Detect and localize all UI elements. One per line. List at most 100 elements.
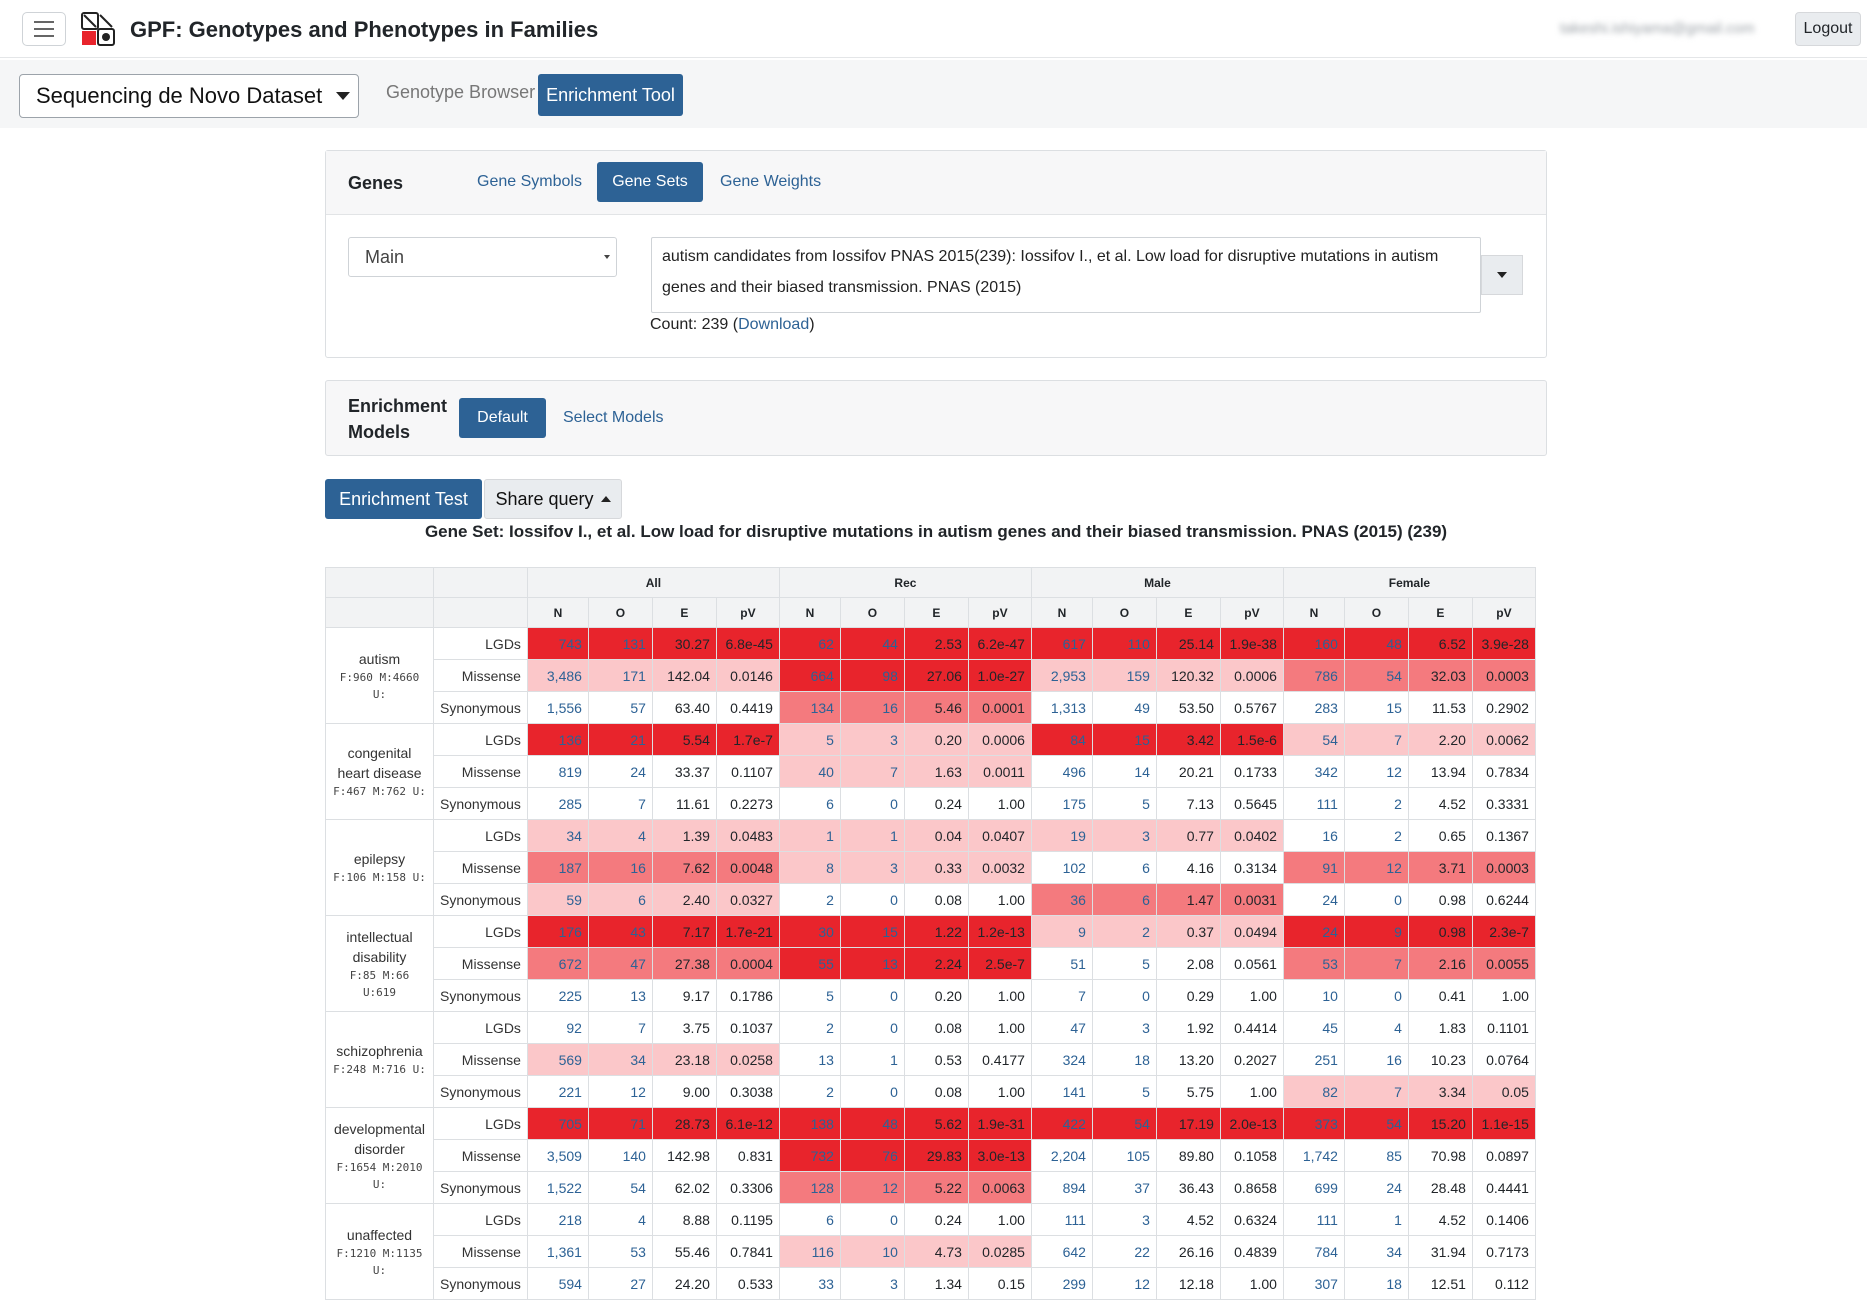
count-n-cell[interactable]: 138 [778, 1107, 841, 1140]
observed-cell[interactable]: 7 [1343, 1075, 1409, 1108]
observed-cell[interactable]: 110 [1091, 627, 1157, 660]
count-n-cell[interactable]: 285 [526, 787, 589, 820]
count-n-cell[interactable]: 24 [1282, 883, 1345, 916]
observed-cell[interactable]: 5 [1091, 947, 1157, 980]
count-n-cell[interactable]: 307 [1282, 1267, 1345, 1300]
gene-set-collection-select[interactable]: Main [348, 237, 617, 277]
count-n-cell[interactable]: 54 [1282, 723, 1345, 756]
count-n-cell[interactable]: 672 [526, 947, 589, 980]
count-n-cell[interactable]: 91 [1282, 851, 1345, 884]
count-n-cell[interactable]: 784 [1282, 1235, 1345, 1268]
count-n-cell[interactable]: 2,204 [1030, 1139, 1093, 1172]
default-models-button[interactable]: Default [459, 398, 546, 438]
count-n-cell[interactable]: 111 [1282, 787, 1345, 820]
count-n-cell[interactable]: 373 [1282, 1107, 1345, 1140]
count-n-cell[interactable]: 732 [778, 1139, 841, 1172]
count-n-cell[interactable]: 10 [1282, 979, 1345, 1012]
count-n-cell[interactable]: 422 [1030, 1107, 1093, 1140]
logout-button[interactable]: Logout [1795, 12, 1861, 46]
observed-cell[interactable]: 24 [587, 755, 653, 788]
observed-cell[interactable]: 5 [1091, 1075, 1157, 1108]
observed-cell[interactable]: 0 [839, 979, 905, 1012]
observed-cell[interactable]: 3 [1091, 819, 1157, 852]
count-n-cell[interactable]: 642 [1030, 1235, 1093, 1268]
observed-cell[interactable]: 15 [1091, 723, 1157, 756]
observed-cell[interactable]: 9 [1343, 915, 1409, 948]
observed-cell[interactable]: 4 [587, 819, 653, 852]
observed-cell[interactable]: 16 [1343, 1043, 1409, 1076]
observed-cell[interactable]: 7 [587, 1011, 653, 1044]
count-n-cell[interactable]: 7 [1030, 979, 1093, 1012]
observed-cell[interactable]: 57 [587, 691, 653, 724]
observed-cell[interactable]: 12 [1343, 851, 1409, 884]
count-n-cell[interactable]: 176 [526, 915, 589, 948]
observed-cell[interactable]: 37 [1091, 1171, 1157, 1204]
observed-cell[interactable]: 0 [1091, 979, 1157, 1012]
observed-cell[interactable]: 5 [1091, 787, 1157, 820]
download-link[interactable]: Download [738, 316, 809, 333]
count-n-cell[interactable]: 141 [1030, 1075, 1093, 1108]
count-n-cell[interactable]: 1,522 [526, 1171, 589, 1204]
observed-cell[interactable]: 16 [587, 851, 653, 884]
observed-cell[interactable]: 1 [839, 1043, 905, 1076]
observed-cell[interactable]: 47 [587, 947, 653, 980]
count-n-cell[interactable]: 819 [526, 755, 589, 788]
count-n-cell[interactable]: 2 [778, 1011, 841, 1044]
count-n-cell[interactable]: 664 [778, 659, 841, 692]
observed-cell[interactable]: 13 [839, 947, 905, 980]
tab-gene-sets[interactable]: Gene Sets [597, 162, 703, 202]
count-n-cell[interactable]: 30 [778, 915, 841, 948]
count-n-cell[interactable]: 62 [778, 627, 841, 660]
count-n-cell[interactable]: 299 [1030, 1267, 1093, 1300]
count-n-cell[interactable]: 2 [778, 1075, 841, 1108]
observed-cell[interactable]: 43 [587, 915, 653, 948]
observed-cell[interactable]: 1 [1343, 1203, 1409, 1236]
observed-cell[interactable]: 0 [839, 1075, 905, 1108]
count-n-cell[interactable]: 55 [778, 947, 841, 980]
observed-cell[interactable]: 7 [839, 755, 905, 788]
share-query-button[interactable]: Share query [484, 479, 622, 519]
observed-cell[interactable]: 12 [839, 1171, 905, 1204]
observed-cell[interactable]: 53 [587, 1235, 653, 1268]
observed-cell[interactable]: 54 [1343, 1107, 1409, 1140]
count-n-cell[interactable]: 13 [778, 1043, 841, 1076]
observed-cell[interactable]: 105 [1091, 1139, 1157, 1172]
observed-cell[interactable]: 12 [1091, 1267, 1157, 1300]
count-n-cell[interactable]: 1,313 [1030, 691, 1093, 724]
count-n-cell[interactable]: 82 [1282, 1075, 1345, 1108]
count-n-cell[interactable]: 3,486 [526, 659, 589, 692]
observed-cell[interactable]: 140 [587, 1139, 653, 1172]
count-n-cell[interactable]: 51 [1030, 947, 1093, 980]
observed-cell[interactable]: 15 [839, 915, 905, 948]
observed-cell[interactable]: 0 [839, 787, 905, 820]
observed-cell[interactable]: 34 [1343, 1235, 1409, 1268]
observed-cell[interactable]: 7 [587, 787, 653, 820]
count-n-cell[interactable]: 116 [778, 1235, 841, 1268]
count-n-cell[interactable]: 283 [1282, 691, 1345, 724]
observed-cell[interactable]: 76 [839, 1139, 905, 1172]
observed-cell[interactable]: 7 [1343, 947, 1409, 980]
count-n-cell[interactable]: 19 [1030, 819, 1093, 852]
observed-cell[interactable]: 0 [839, 1011, 905, 1044]
observed-cell[interactable]: 98 [839, 659, 905, 692]
menu-toggle-button[interactable] [22, 12, 66, 46]
observed-cell[interactable]: 2 [1091, 915, 1157, 948]
observed-cell[interactable]: 0 [839, 883, 905, 916]
observed-cell[interactable]: 7 [1343, 723, 1409, 756]
count-n-cell[interactable]: 33 [778, 1267, 841, 1300]
count-n-cell[interactable]: 111 [1282, 1203, 1345, 1236]
observed-cell[interactable]: 3 [839, 1267, 905, 1300]
observed-cell[interactable]: 0 [839, 1203, 905, 1236]
observed-cell[interactable]: 18 [1091, 1043, 1157, 1076]
select-models-tab[interactable]: Select Models [563, 409, 664, 427]
observed-cell[interactable]: 85 [1343, 1139, 1409, 1172]
observed-cell[interactable]: 12 [1343, 755, 1409, 788]
observed-cell[interactable]: 171 [587, 659, 653, 692]
count-n-cell[interactable]: 134 [778, 691, 841, 724]
count-n-cell[interactable]: 24 [1282, 915, 1345, 948]
observed-cell[interactable]: 27 [587, 1267, 653, 1300]
count-n-cell[interactable]: 111 [1030, 1203, 1093, 1236]
observed-cell[interactable]: 34 [587, 1043, 653, 1076]
count-n-cell[interactable]: 6 [778, 1203, 841, 1236]
count-n-cell[interactable]: 496 [1030, 755, 1093, 788]
